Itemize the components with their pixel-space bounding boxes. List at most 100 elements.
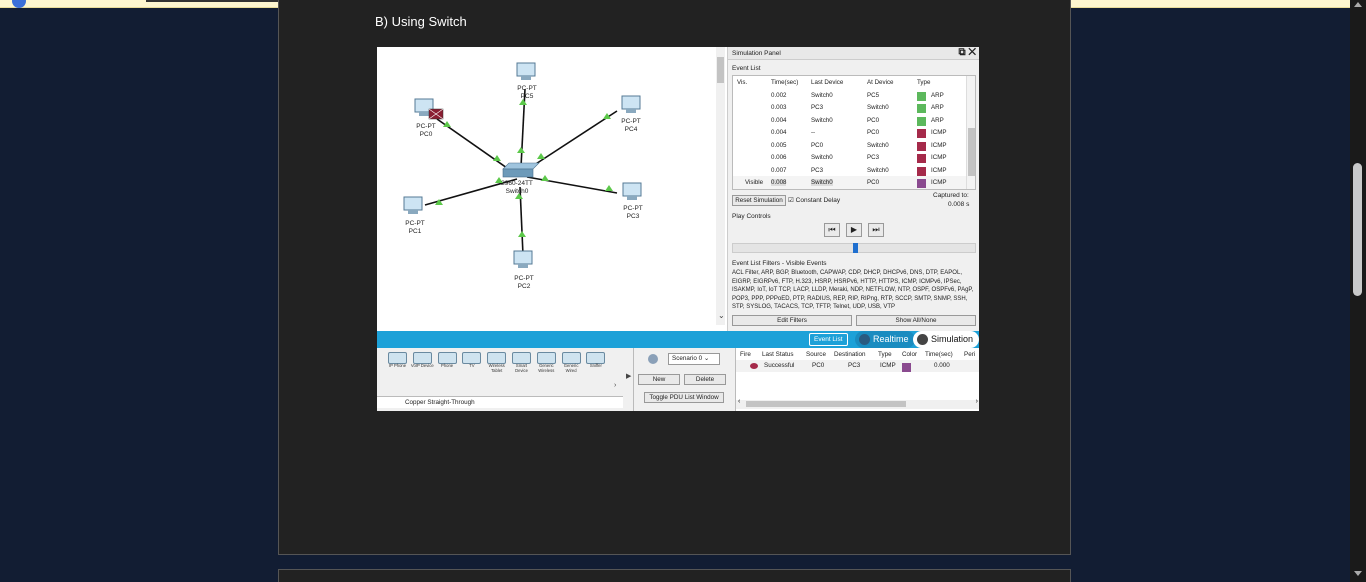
edit-filters-button[interactable]: Edit Filters (732, 315, 852, 326)
table-row[interactable]: Successful PC0 PC3 ICMP 0.000 (736, 360, 979, 372)
event-at: PC0 (867, 129, 880, 136)
event-time: 0.002 (771, 91, 787, 99)
checkbox-icon[interactable]: ☑ (788, 197, 794, 204)
device-type-label: IP Phone (388, 363, 407, 368)
scenario-icon (648, 354, 658, 364)
pc-icon[interactable] (516, 62, 536, 80)
stopwatch-icon (917, 334, 928, 345)
device-type-item[interactable]: Generic Wired (561, 352, 582, 372)
pdu-list: Fire Last Status Source Destination Type… (735, 348, 979, 411)
scrollbar-thumb[interactable] (746, 401, 906, 407)
scroll-down-icon[interactable] (1354, 571, 1362, 576)
event-type: ARP (931, 104, 944, 111)
event-at: Switch0 (867, 166, 889, 174)
scrollbar-thumb[interactable] (1353, 163, 1362, 296)
event-list-button[interactable]: Event List (809, 333, 848, 346)
info-icon (12, 0, 26, 8)
event-last: Switch0 (811, 179, 833, 186)
scrollbar-thumb[interactable] (717, 57, 724, 83)
packet-tracer-screenshot: PC-PT PC0 PC-PT PC1 PC-PT PC2 PC-PT PC3 PC-P… (377, 47, 979, 411)
table-row[interactable]: Visible 0.008 Switch0 PC0 ICMP (733, 176, 967, 189)
panel-title-bar: Simulation Panel ⧉ ✕ (728, 47, 979, 60)
captured-value: 0.008 s (948, 201, 970, 208)
forward-icon[interactable]: ⏭ (868, 223, 884, 237)
section-heading: B) Using Switch (375, 14, 467, 29)
scroll-up-icon[interactable] (1354, 2, 1362, 7)
realtime-tab[interactable]: Realtime (855, 331, 915, 348)
event-color-swatch (917, 91, 926, 101)
page-scrollbar[interactable] (1350, 0, 1366, 582)
close-icon[interactable]: ✕ (968, 47, 976, 58)
toggle-pdu-list-button[interactable]: Toggle PDU List Window (644, 392, 724, 403)
event-type: ARP (931, 91, 944, 99)
event-color-swatch (917, 166, 926, 176)
device-label-pc0: PC-PT PC0 (416, 123, 436, 138)
table-row[interactable]: 0.006 Switch0 PC3 ICMP (733, 151, 967, 164)
table-row[interactable]: 0.004 -- PC0 ICMP (733, 126, 967, 139)
link-light (537, 153, 545, 159)
device-type-label: TV (469, 363, 475, 368)
scrollbar-thumb[interactable] (968, 128, 975, 176)
event-time: 0.007 (771, 166, 787, 174)
device-type-item[interactable]: Phone (437, 352, 458, 372)
device-label-pc4: PC-PT PC4 (621, 118, 641, 133)
link-light (541, 175, 549, 181)
back-icon[interactable]: ⏮ (824, 223, 840, 237)
table-row[interactable]: 0.005 PC0 Switch0 ICMP (733, 139, 967, 152)
new-scenario-button[interactable]: New (638, 374, 680, 385)
chevron-right-icon[interactable]: › (614, 382, 616, 389)
device-type-item[interactable]: Generic Wireless (536, 352, 557, 372)
expand-arrow-icon[interactable]: ▶ (626, 372, 631, 380)
device-type-item[interactable]: IP Phone (387, 352, 408, 372)
slider-handle[interactable] (853, 243, 858, 253)
event-last: PC3 (811, 166, 824, 174)
simulation-tab[interactable]: Simulation (913, 331, 979, 348)
device-type-item[interactable]: Wireless Tablet (486, 352, 507, 372)
scenario-select[interactable]: Scenario 0 ⌄ (668, 353, 720, 365)
device-type-label: Smart Device (515, 363, 528, 373)
device-label-pc1: PC-PT PC1 (405, 220, 425, 235)
event-list-scrollbar[interactable] (966, 76, 975, 189)
device-type-item[interactable]: Smart Device (511, 352, 532, 372)
chevron-down-icon[interactable]: ⌄ (718, 311, 725, 320)
pdu-hscrollbar[interactable]: ‹ › (736, 398, 979, 409)
pc-icon[interactable] (513, 250, 533, 268)
table-row[interactable]: 0.003 PC3 Switch0 ARP (733, 101, 967, 114)
topology-scrollbar[interactable] (716, 47, 725, 325)
event-last: Switch0 (811, 116, 833, 124)
color-swatch (902, 363, 911, 372)
link-light (605, 185, 613, 191)
table-row[interactable]: 0.004 Switch0 PC0 ARP (733, 114, 967, 127)
chevron-left-icon[interactable]: ‹ (738, 398, 740, 405)
filters-label: Event List Filters - Visible Events (732, 260, 827, 267)
device-type-item[interactable]: TV (461, 352, 482, 372)
device-type-item[interactable]: Sniffer (585, 352, 606, 372)
table-header: Vis. Time(sec) Last Device At Device Typ… (737, 79, 931, 86)
event-time: 0.006 (771, 154, 787, 161)
device-type-item[interactable]: VoIP Device (411, 352, 434, 372)
event-color-swatch (917, 141, 926, 151)
link-light (518, 231, 526, 237)
reset-simulation-button[interactable]: Reset Simulation (732, 195, 786, 206)
table-row[interactable]: 0.007 PC3 Switch0 ICMP (733, 164, 967, 177)
delete-scenario-button[interactable]: Delete (684, 374, 726, 385)
event-type: ICMP (931, 154, 947, 161)
pc-icon[interactable] (403, 196, 423, 214)
playback-speed-slider[interactable] (732, 243, 976, 253)
device-label-switch0: 2960-24TT Switch0 (501, 180, 533, 195)
event-at: Switch0 (867, 104, 889, 111)
play-icon[interactable]: ▶ (846, 223, 862, 237)
event-time: 0.004 (771, 129, 787, 136)
event-list-table: Vis. Time(sec) Last Device At Device Typ… (732, 75, 976, 190)
event-at: PC5 (867, 91, 880, 99)
table-row[interactable]: 0.002 Switch0 PC5 ARP (733, 89, 967, 102)
event-at: PC3 (867, 154, 880, 161)
pc-icon[interactable] (621, 95, 641, 113)
restore-icon[interactable]: ⧉ (958, 47, 965, 58)
constant-delay-checkbox[interactable]: ☑ Constant Delay (788, 196, 840, 204)
switch-icon[interactable] (502, 162, 540, 178)
pc-icon[interactable] (414, 98, 444, 120)
chevron-right-icon[interactable]: › (976, 398, 978, 405)
show-all-none-button[interactable]: Show All/None (856, 315, 976, 326)
pc-icon[interactable] (622, 182, 642, 200)
